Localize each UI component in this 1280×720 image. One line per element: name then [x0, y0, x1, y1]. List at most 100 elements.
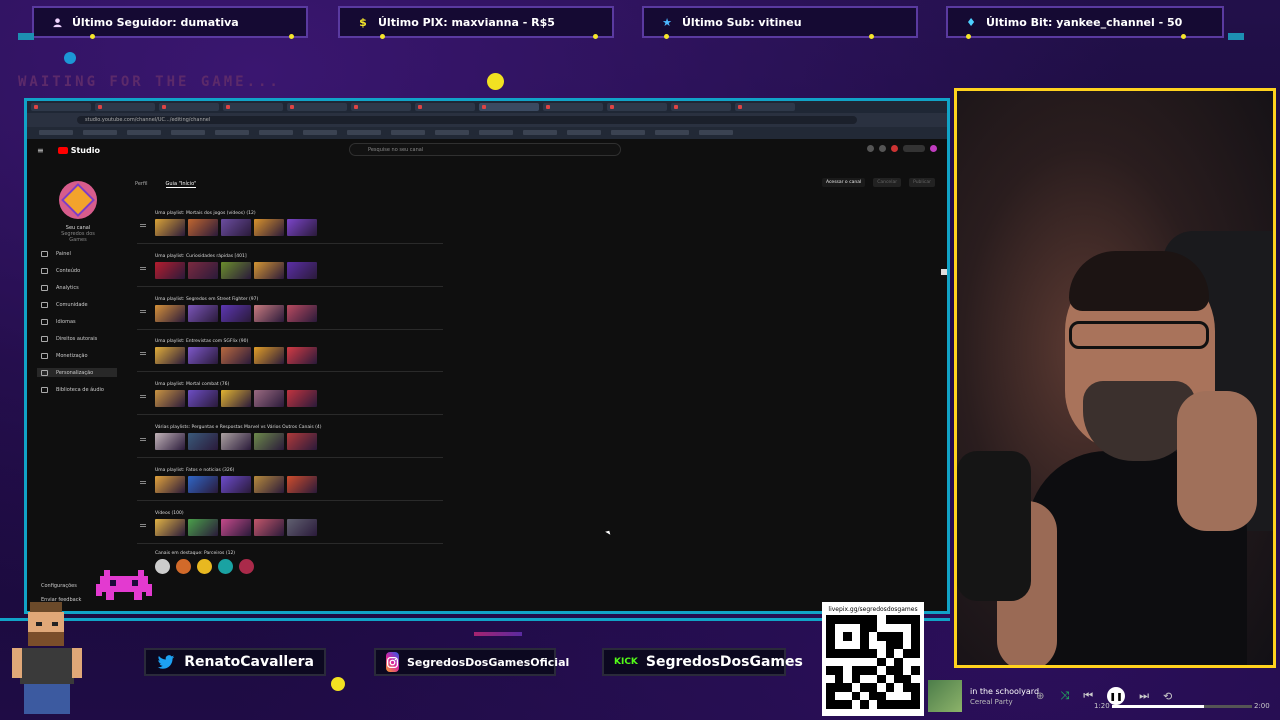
video-thumbnail[interactable] [254, 390, 284, 408]
tab-profile[interactable]: Perfil [135, 181, 148, 188]
featured-channel-avatar[interactable] [218, 559, 233, 574]
bookmark[interactable] [567, 130, 601, 135]
video-thumbnail[interactable] [155, 347, 185, 365]
video-thumbnail[interactable] [155, 433, 185, 450]
nav-monetization[interactable]: Monetização [37, 351, 117, 360]
featured-channel-avatar[interactable] [239, 559, 254, 574]
menu-icon[interactable]: ≡ [37, 146, 44, 155]
publish-button[interactable]: Publicar [909, 178, 935, 187]
video-thumbnail[interactable] [188, 475, 218, 493]
bookmark[interactable] [303, 130, 337, 135]
nav-settings[interactable]: Configurações [41, 583, 77, 589]
browser-tab[interactable] [31, 103, 91, 111]
nav-analytics[interactable]: Analytics [37, 283, 117, 292]
bookmark[interactable] [347, 130, 381, 135]
add-icon[interactable]: ⊕ [1036, 691, 1044, 702]
help-icon[interactable] [867, 145, 874, 152]
home-section[interactable]: Uma playlist: Fatos e notícias (326) [137, 468, 443, 501]
video-thumbnail[interactable] [287, 219, 317, 236]
video-thumbnail[interactable] [287, 261, 317, 279]
studio-search-input[interactable]: Pesquise no seu canal [349, 143, 621, 156]
drag-handle-icon[interactable] [140, 395, 146, 399]
video-thumbnail[interactable] [287, 390, 317, 408]
drag-handle-icon[interactable] [140, 309, 146, 313]
tab-home[interactable]: Guia "Início" [165, 181, 197, 188]
video-thumbnail[interactable] [188, 433, 218, 450]
next-icon[interactable]: ⏭ [1139, 689, 1149, 703]
shuffle-icon[interactable]: ⤨ [1060, 689, 1069, 703]
home-section[interactable]: Uma playlist: Curiosidades rápidas [401] [137, 254, 443, 287]
video-thumbnail[interactable] [155, 475, 185, 493]
cancel-button[interactable]: Cancelar [873, 178, 902, 187]
video-thumbnail[interactable] [254, 261, 284, 279]
video-thumbnail[interactable] [188, 390, 218, 408]
video-thumbnail[interactable] [188, 347, 218, 365]
browser-tab[interactable] [415, 103, 475, 111]
browser-tab-active[interactable] [479, 103, 539, 111]
video-thumbnail[interactable] [254, 304, 284, 322]
studio-logo[interactable]: Studio [57, 146, 100, 155]
video-thumbnail[interactable] [155, 518, 185, 536]
browser-tab[interactable] [607, 103, 667, 111]
video-thumbnail[interactable] [221, 433, 251, 450]
browser-tab[interactable] [671, 103, 731, 111]
notifications-icon[interactable] [879, 145, 886, 152]
browser-tab[interactable] [287, 103, 347, 111]
bookmark[interactable] [479, 130, 513, 135]
drag-handle-icon[interactable] [140, 438, 146, 441]
bookmark[interactable] [435, 130, 469, 135]
video-thumbnail[interactable] [287, 304, 317, 322]
video-thumbnail[interactable] [221, 304, 251, 322]
browser-tab[interactable] [351, 103, 411, 111]
featured-channel-avatar[interactable] [155, 559, 170, 574]
nav-subtitles[interactable]: Idiomas [37, 317, 117, 326]
bookmark[interactable] [611, 130, 645, 135]
video-thumbnail[interactable] [287, 433, 317, 450]
video-thumbnail[interactable] [188, 304, 218, 322]
video-thumbnail[interactable] [155, 261, 185, 279]
video-thumbnail[interactable] [155, 390, 185, 408]
url-field[interactable]: studio.youtube.com/channel/UC.../editing… [77, 116, 857, 124]
video-thumbnail[interactable] [155, 304, 185, 322]
featured-channels-section[interactable]: Canais em destaque: Parceiros (12) [137, 551, 443, 574]
video-thumbnail[interactable] [287, 347, 317, 365]
bookmark[interactable] [171, 130, 205, 135]
video-thumbnail[interactable] [221, 475, 251, 493]
featured-channel-avatar[interactable] [176, 559, 191, 574]
nav-dashboard[interactable]: Painel [37, 249, 117, 258]
browser-tab[interactable] [159, 103, 219, 111]
account-avatar[interactable] [930, 145, 937, 152]
nav-community[interactable]: Comunidade [37, 300, 117, 309]
video-thumbnail[interactable] [254, 347, 284, 365]
home-section[interactable]: Várias playlists: Perguntas e Respostas … [137, 425, 443, 458]
bookmark[interactable] [83, 130, 117, 135]
nav-copyright[interactable]: Direitos autorais [37, 334, 117, 343]
drag-handle-icon[interactable] [140, 523, 146, 527]
repeat-icon[interactable]: ⟲ [1163, 690, 1172, 703]
bookmark[interactable] [39, 130, 73, 135]
video-thumbnail[interactable] [221, 518, 251, 536]
bookmark[interactable] [127, 130, 161, 135]
pause-button[interactable]: ❚❚ [1107, 687, 1126, 705]
bookmark[interactable] [391, 130, 425, 135]
video-thumbnail[interactable] [254, 475, 284, 493]
browser-tab[interactable] [735, 103, 795, 111]
drag-handle-icon[interactable] [140, 352, 146, 356]
video-thumbnail[interactable] [287, 518, 317, 536]
nav-audio-library[interactable]: Biblioteca de áudio [37, 385, 117, 394]
previous-icon[interactable]: ⏮ [1083, 689, 1093, 703]
video-thumbnail[interactable] [221, 219, 251, 236]
nav-customization[interactable]: Personalização [37, 368, 117, 377]
view-channel-button[interactable]: Acessar o canal [821, 178, 866, 187]
browser-tab[interactable] [223, 103, 283, 111]
video-thumbnail[interactable] [221, 390, 251, 408]
browser-tab[interactable] [543, 103, 603, 111]
video-thumbnail[interactable] [221, 347, 251, 365]
track-progress[interactable] [1112, 705, 1252, 708]
bookmark[interactable] [215, 130, 249, 135]
bookmark[interactable] [523, 130, 557, 135]
featured-channel-avatar[interactable] [197, 559, 212, 574]
channel-avatar[interactable] [59, 181, 97, 219]
video-thumbnail[interactable] [254, 433, 284, 450]
drag-handle-icon[interactable] [140, 480, 146, 484]
